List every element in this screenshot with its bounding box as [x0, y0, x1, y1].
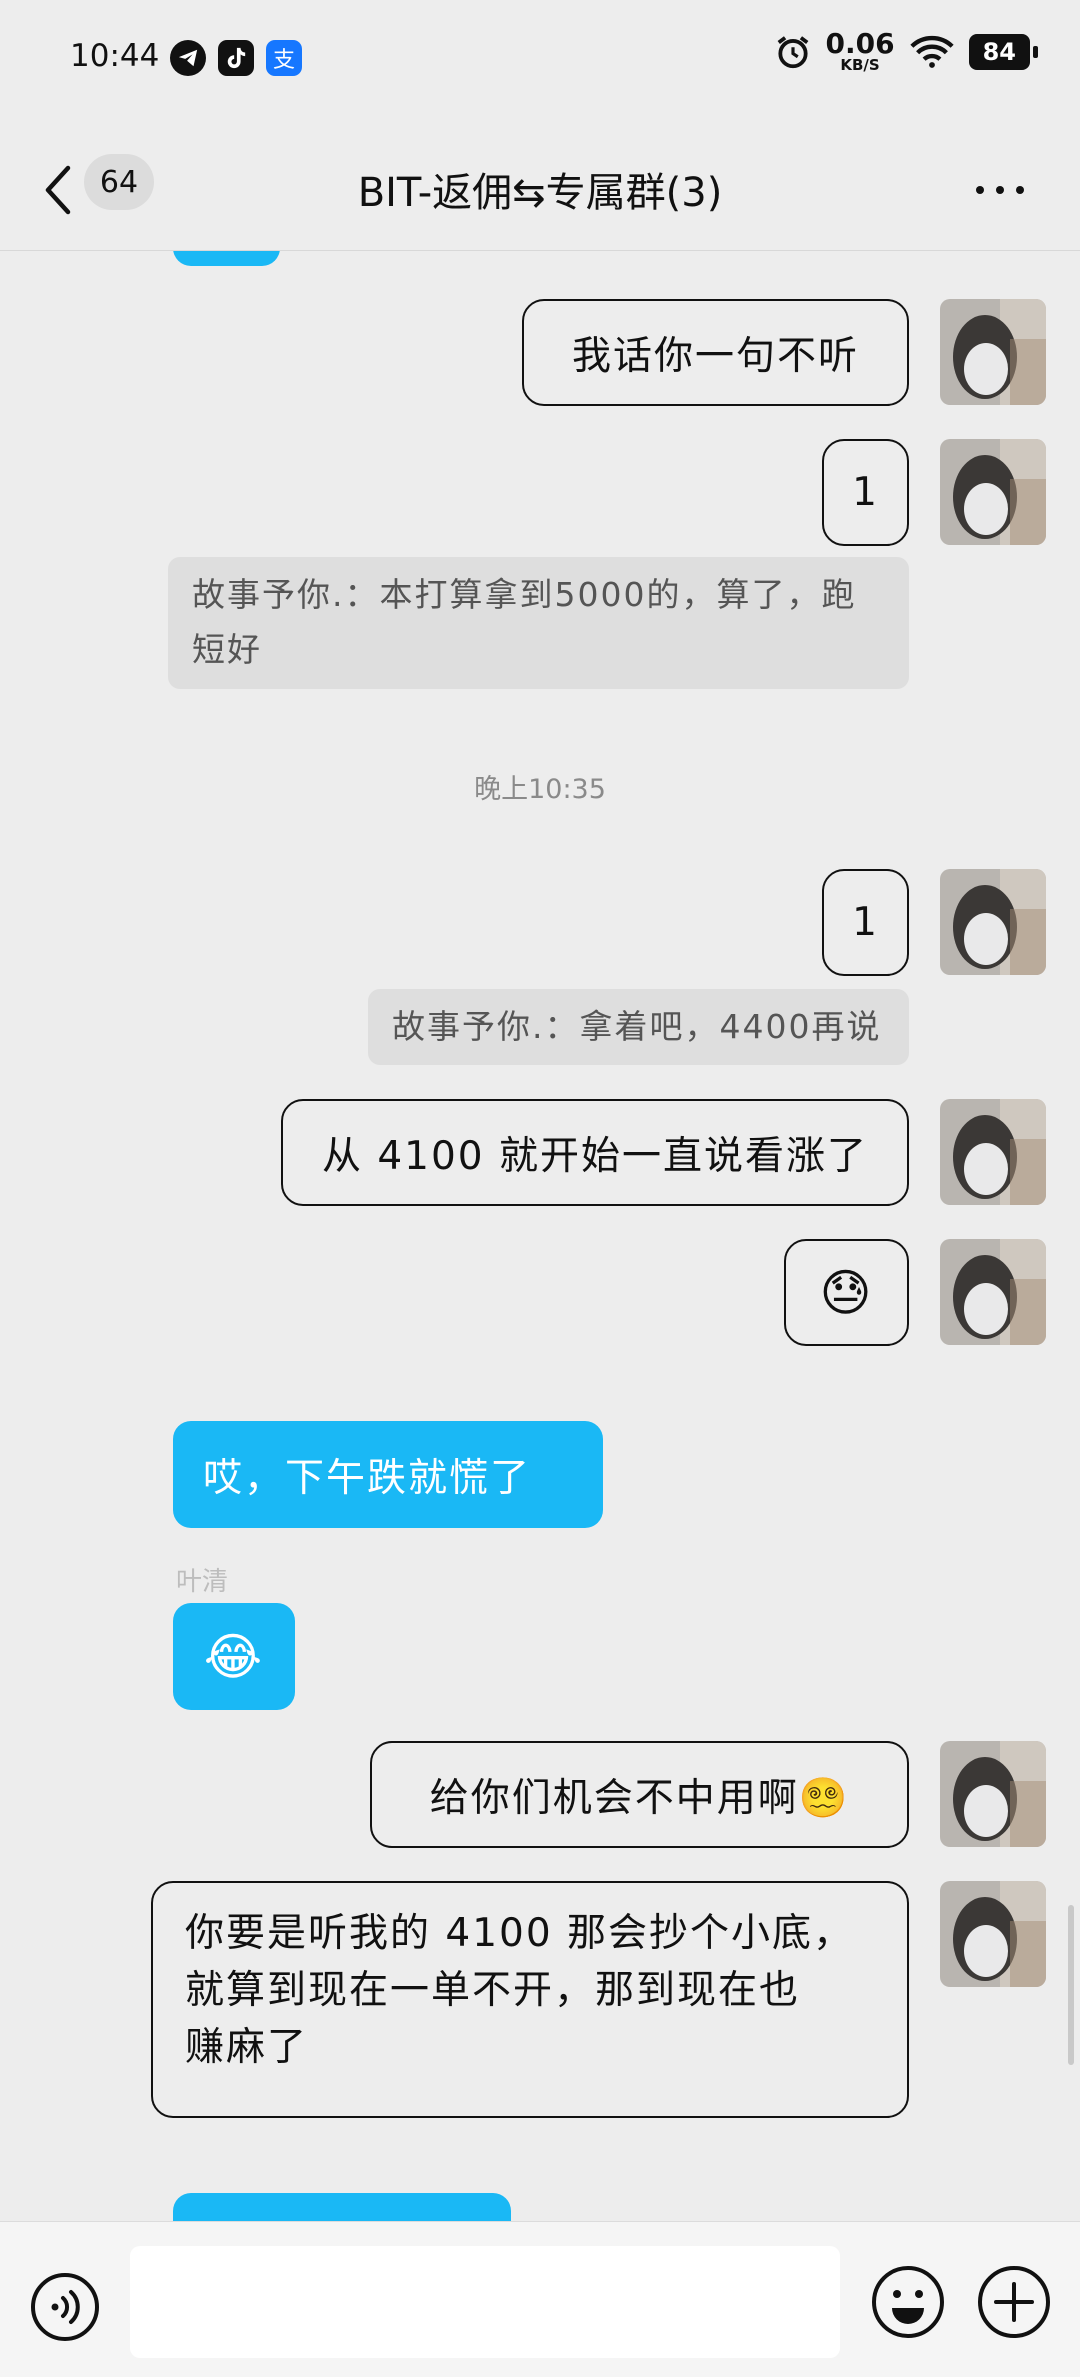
- avatar[interactable]: [940, 869, 1046, 975]
- message-bubble-partial[interactable]: [173, 2193, 511, 2221]
- message-bubble-partial[interactable]: [173, 251, 280, 266]
- message-text-line: 你要是听我的 4100 那会抄个小底，: [185, 1911, 855, 1956]
- message-text: 我话你一句不听: [571, 333, 859, 379]
- message-list[interactable]: 我话你一句不听 1 故事予你.：本打算拿到5000的，算了，跑 短好 晚上10:…: [0, 251, 1080, 2221]
- quoted-reply[interactable]: 故事予你.：拿着吧，4400再说: [368, 989, 909, 1065]
- message-text: 1: [852, 900, 879, 945]
- message-bubble-outgoing[interactable]: 我话你一句不听: [522, 299, 909, 406]
- avatar[interactable]: [940, 1741, 1046, 1847]
- telegram-icon: [170, 40, 206, 76]
- message-emoji: 😂: [203, 1627, 265, 1686]
- voice-button[interactable]: [30, 2272, 100, 2342]
- scrollbar[interactable]: [1068, 1905, 1074, 2065]
- avatar[interactable]: [940, 439, 1046, 545]
- net-speed-value: 0.06: [825, 27, 895, 60]
- quoted-reply[interactable]: 故事予你.：本打算拿到5000的，算了，跑 短好: [168, 557, 909, 689]
- message-text: 给你们机会不中用啊😵‍💫: [429, 1775, 850, 1821]
- chat-header: 64 BIT-返佣⇆专属群(3): [0, 130, 1080, 251]
- net-speed-unit: KB/S: [840, 56, 880, 74]
- plus-icon: [978, 2266, 1050, 2338]
- message-bubble-outgoing[interactable]: 你要是听我的 4100 那会抄个小底， 就算到现在一单不开，那到现在也 赚麻了: [151, 1881, 909, 2118]
- chat-title[interactable]: BIT-返佣⇆专属群(3): [0, 160, 1080, 218]
- input-bar: [0, 2221, 1080, 2377]
- message-bubble-outgoing[interactable]: 给你们机会不中用啊😵‍💫: [370, 1741, 909, 1848]
- avatar[interactable]: [940, 1239, 1046, 1345]
- alipay-icon: 支: [266, 40, 302, 76]
- message-bubble-incoming[interactable]: 😂: [173, 1603, 295, 1710]
- alarm-icon: [777, 35, 808, 68]
- tiktok-icon: [218, 40, 254, 76]
- message-bubble-incoming[interactable]: 哎，下午跌就慌了: [173, 1421, 603, 1528]
- sender-name: 叶清: [176, 1567, 229, 1597]
- network-speed: 0.06 KB/S: [826, 30, 895, 73]
- voice-icon: [31, 2273, 99, 2341]
- emoji-icon: [872, 2266, 944, 2338]
- message-input[interactable]: [130, 2246, 840, 2358]
- more-button[interactable]: [976, 170, 1036, 210]
- quote-line: 故事予你.：拿着吧，4400再说: [392, 1007, 882, 1046]
- plus-button[interactable]: [976, 2264, 1052, 2340]
- emoji-button[interactable]: [870, 2264, 946, 2340]
- message-text-line: 就算到现在一单不开，那到现在也: [185, 1968, 801, 2013]
- message-bubble-outgoing[interactable]: 1: [822, 869, 909, 976]
- more-horizontal-icon: [976, 186, 984, 194]
- alipay-glyph: 支: [272, 48, 295, 73]
- quote-line: 故事予你.：本打算拿到5000的，算了，跑: [192, 575, 857, 614]
- avatar[interactable]: [940, 1881, 1046, 1987]
- wifi-icon: [909, 35, 954, 68]
- message-bubble-outgoing[interactable]: 1: [822, 439, 909, 546]
- quote-line: 短好: [192, 630, 262, 669]
- time-separator: 晚上10:35: [474, 774, 606, 805]
- avatar[interactable]: [940, 1099, 1046, 1205]
- avatar[interactable]: [940, 299, 1046, 405]
- status-bar: 10:44 支 0.06 KB/S 84: [0, 0, 1080, 120]
- status-right: 0.06 KB/S 84: [774, 30, 1039, 73]
- message-emoji: 😓: [819, 1263, 874, 1322]
- message-text: 哎，下午跌就慌了: [203, 1455, 532, 1501]
- status-time: 10:44: [70, 38, 160, 74]
- battery-indicator: 84: [968, 33, 1039, 70]
- message-text-line: 赚麻了: [185, 2025, 309, 2070]
- message-text: 从 4100 就开始一直说看涨了: [321, 1133, 869, 1179]
- message-text: 1: [852, 470, 879, 515]
- message-bubble-outgoing[interactable]: 😓: [784, 1239, 909, 1346]
- message-bubble-outgoing[interactable]: 从 4100 就开始一直说看涨了: [281, 1099, 909, 1206]
